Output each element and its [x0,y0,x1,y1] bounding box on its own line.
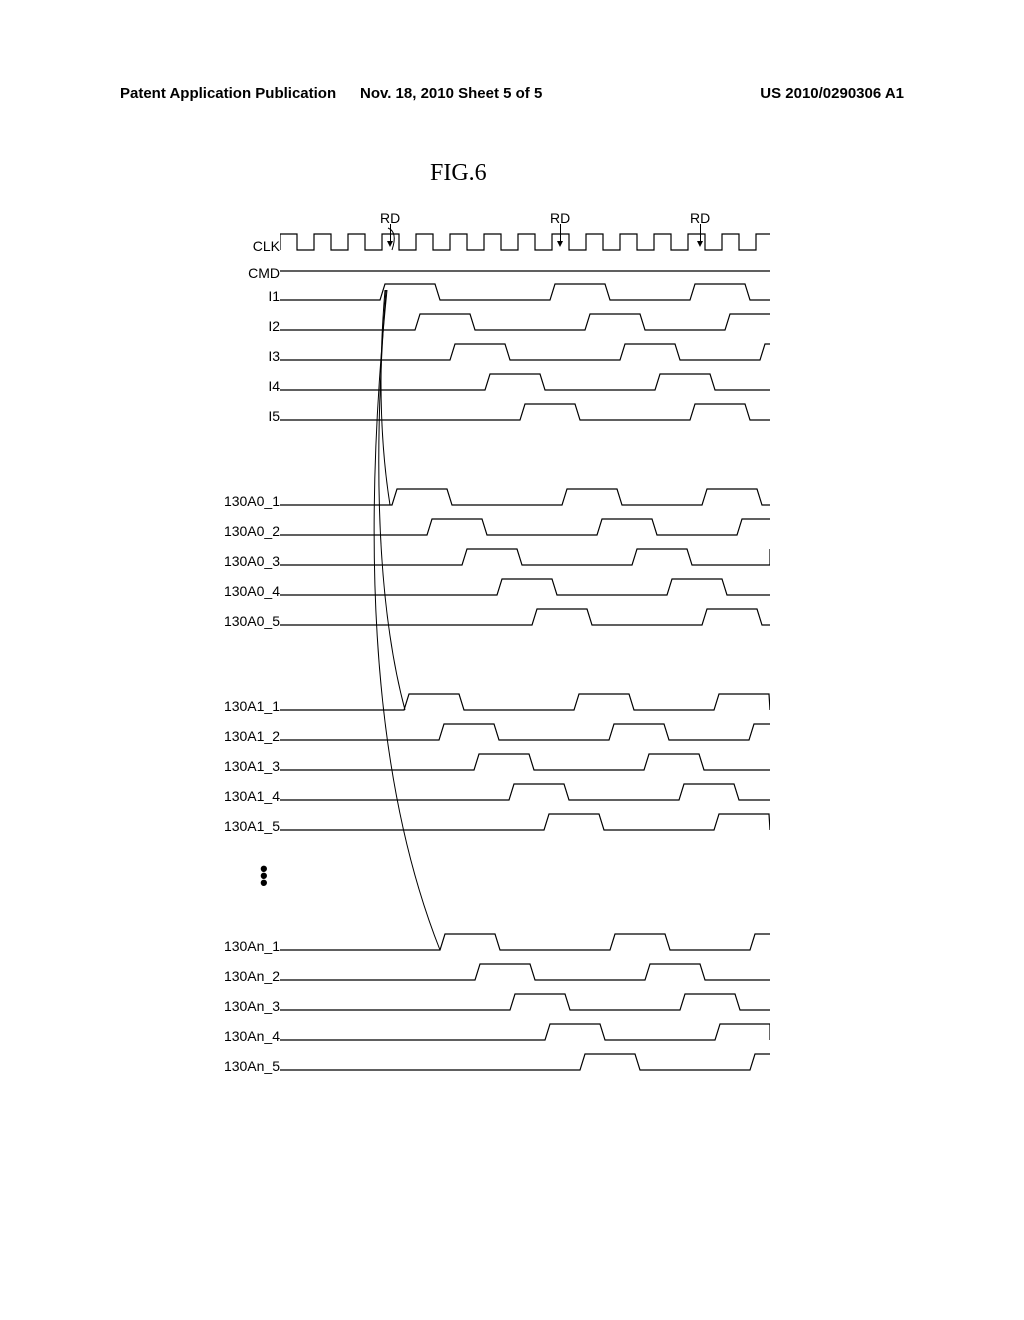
figure-title: FIG.6 [430,160,487,187]
label-a0-3: 130A0_3 [180,553,280,569]
waveform-an-5 [280,1050,770,1074]
row-an-1: 130An_1 [130,930,910,960]
row-a1-2: 130A1_2 [130,720,910,750]
waveform-a1-1 [280,690,770,714]
label-a1-1: 130A1_1 [180,698,280,714]
row-a1-3: 130A1_3 [130,750,910,780]
waveform-i2 [280,310,770,334]
waveform-i1 [280,280,770,304]
label-a1-4: 130A1_4 [180,788,280,804]
label-i3: I3 [180,348,280,364]
label-an-1: 130An_1 [180,938,280,954]
row-clk: CLK [130,230,910,260]
row-i3: I3 [130,340,910,370]
row-a1-5: 130A1_5 [130,810,910,840]
row-i1: I1 [130,280,910,310]
row-a1-1: 130A1_1 [130,690,910,720]
row-a0-1: 130A0_1 [130,485,910,515]
header-center: Nov. 18, 2010 Sheet 5 of 5 [360,85,542,102]
waveform-a1-5 [280,810,770,834]
waveform-a0-1 [280,485,770,509]
waveform-a1-4 [280,780,770,804]
label-a1-2: 130A1_2 [180,728,280,744]
row-i4: I4 [130,370,910,400]
waveform-a1-3 [280,750,770,774]
row-a1-4: 130A1_4 [130,780,910,810]
timing-diagram: RD RD RD CLK CMD I1 I2 I3 [130,210,910,1210]
label-an-4: 130An_4 [180,1028,280,1044]
label-a0-1: 130A0_1 [180,493,280,509]
row-i5: I5 [130,400,910,430]
label-cmd: CMD [180,265,280,281]
label-a1-3: 130A1_3 [180,758,280,774]
header-left: Patent Application Publication [120,85,336,102]
label-i5: I5 [180,408,280,424]
row-a0-5: 130A0_5 [130,605,910,635]
label-an-3: 130An_3 [180,998,280,1014]
waveform-a0-4 [280,575,770,599]
waveform-cmd [280,257,770,275]
label-i2: I2 [180,318,280,334]
waveform-an-1 [280,930,770,954]
header-right: US 2010/0290306 A1 [760,85,904,102]
label-clk: CLK [180,238,280,254]
waveform-i4 [280,370,770,394]
label-i4: I4 [180,378,280,394]
row-an-2: 130An_2 [130,960,910,990]
row-an-4: 130An_4 [130,1020,910,1050]
label-an-2: 130An_2 [180,968,280,984]
row-a0-3: 130A0_3 [130,545,910,575]
waveform-a0-2 [280,515,770,539]
waveform-a0-3 [280,545,770,569]
label-a0-2: 130A0_2 [180,523,280,539]
label-a0-4: 130A0_4 [180,583,280,599]
waveform-a0-5 [280,605,770,629]
row-an-5: 130An_5 [130,1050,910,1080]
row-an-3: 130An_3 [130,990,910,1020]
waveform-i5 [280,400,770,424]
waveform-clk [280,230,770,254]
waveform-a1-2 [280,720,770,744]
page-header: Patent Application Publication Nov. 18, … [0,85,1024,102]
row-a0-4: 130A0_4 [130,575,910,605]
row-a0-2: 130A0_2 [130,515,910,545]
waveform-an-2 [280,960,770,984]
vertical-ellipsis-icon: ••• [260,865,268,886]
row-i2: I2 [130,310,910,340]
waveform-an-4 [280,1020,770,1044]
label-a0-5: 130A0_5 [180,613,280,629]
label-i1: I1 [180,288,280,304]
waveform-an-3 [280,990,770,1014]
waveform-i3 [280,340,770,364]
label-an-5: 130An_5 [180,1058,280,1074]
label-a1-5: 130A1_5 [180,818,280,834]
